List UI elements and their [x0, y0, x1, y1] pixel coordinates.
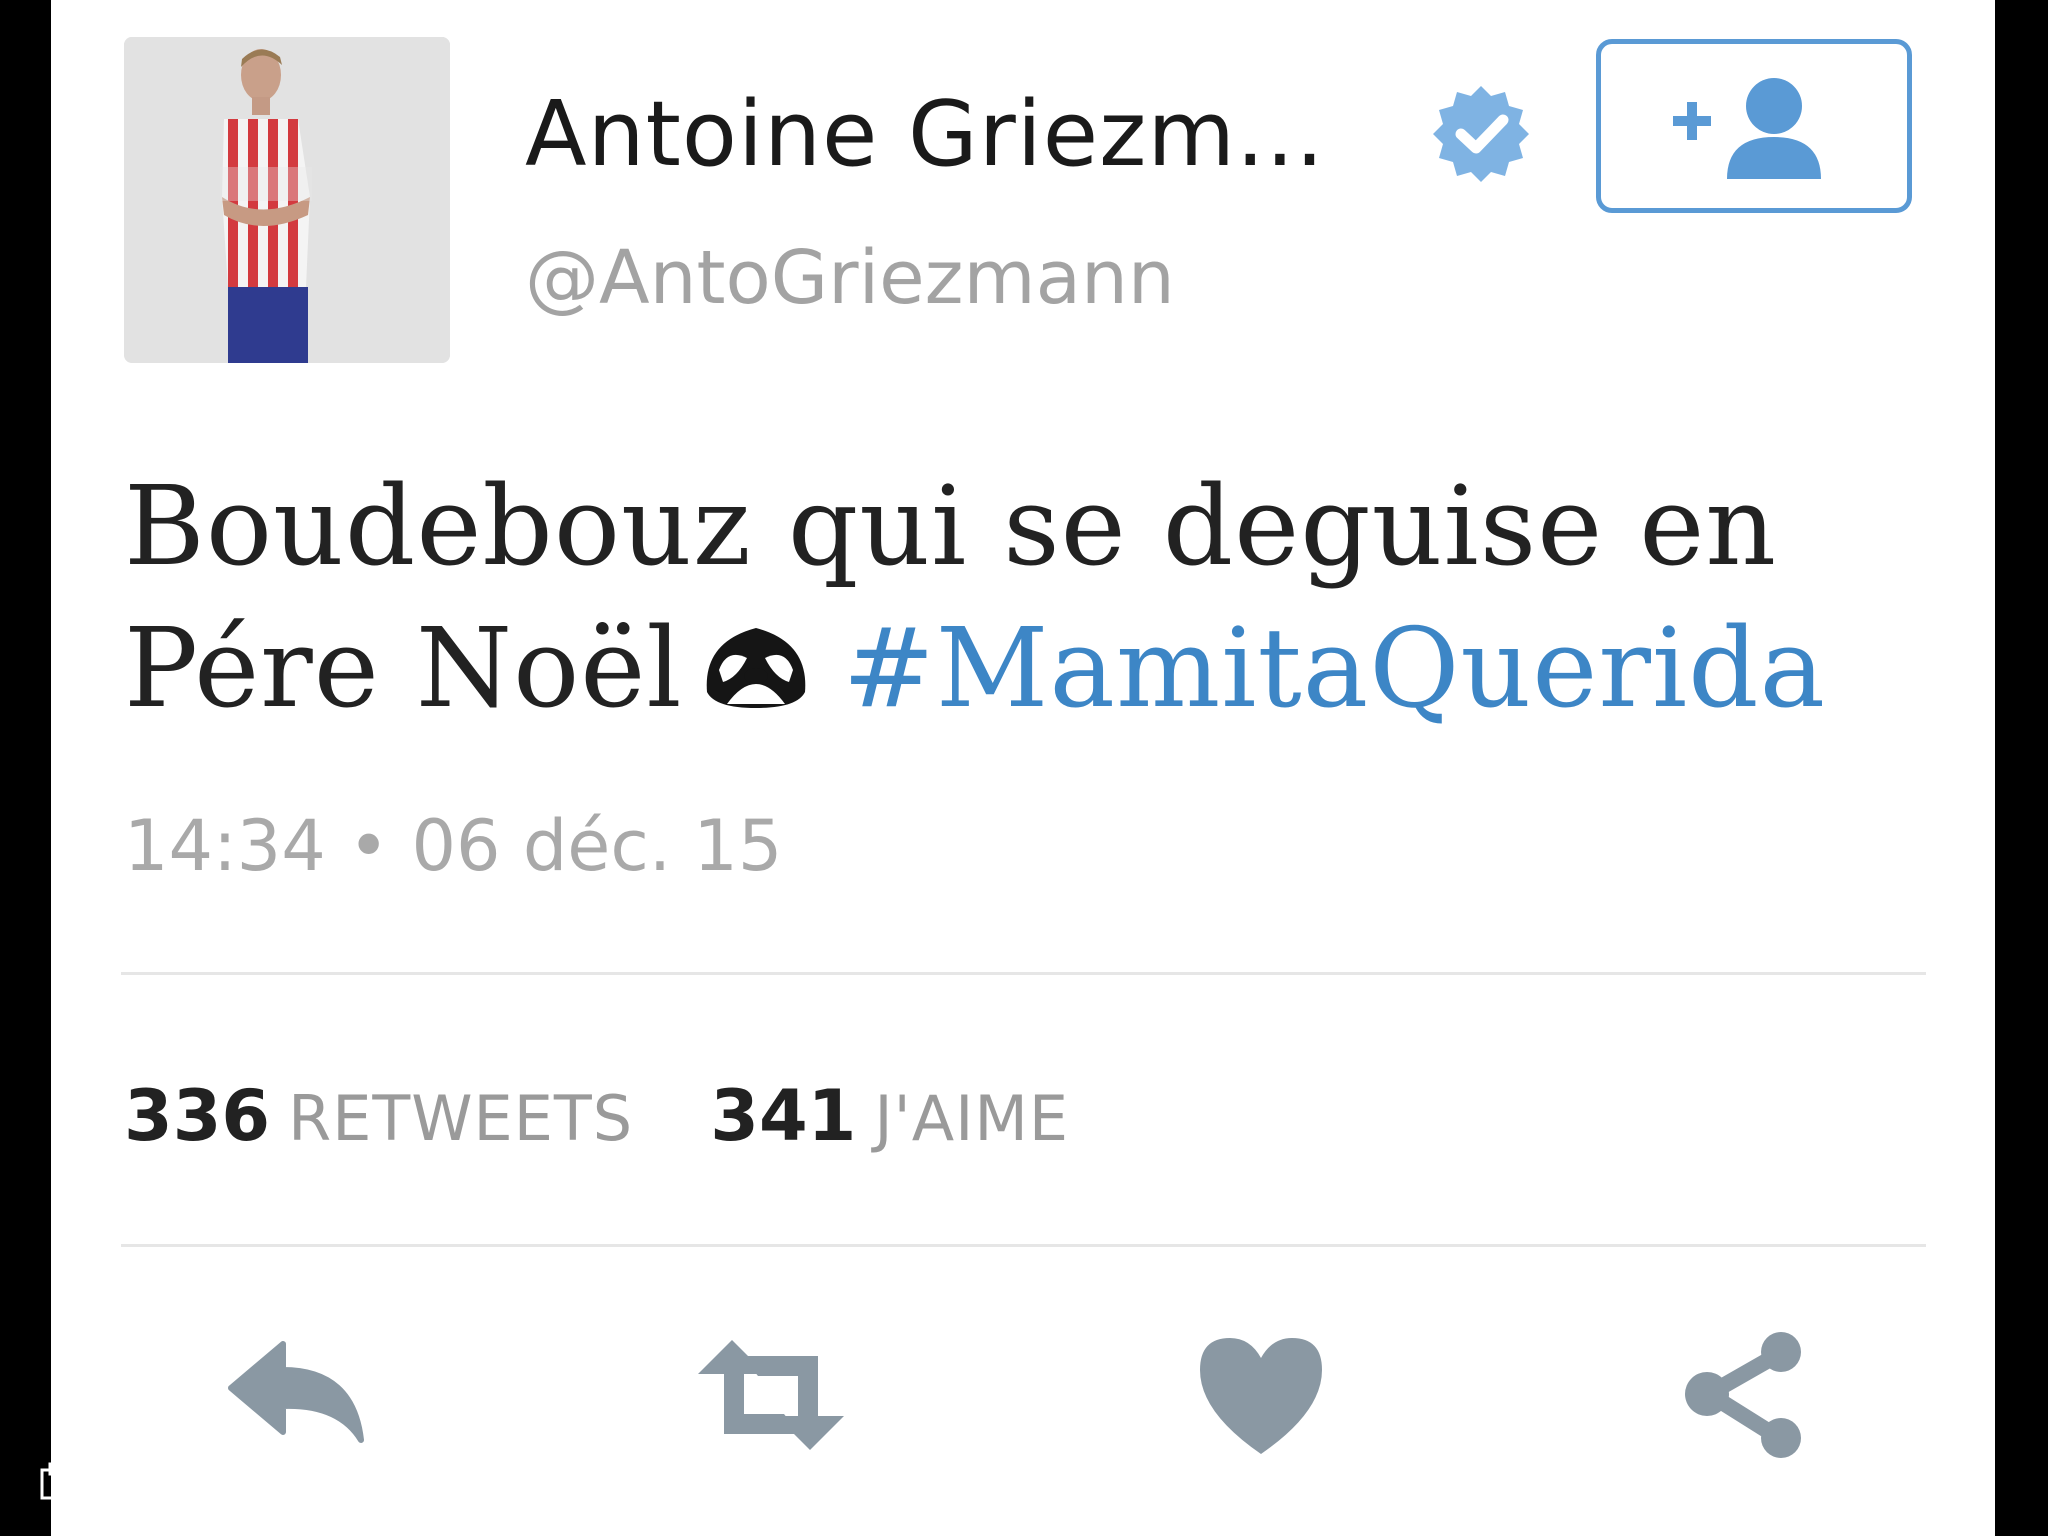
like-button[interactable]: [1186, 1330, 1336, 1460]
tweet-text-line2: Pére Noël: [124, 604, 683, 732]
retweets-label: RETWEETS: [288, 1082, 634, 1155]
retweets-count: 336: [124, 1075, 271, 1157]
divider: [121, 972, 1926, 975]
verified-badge-icon: [1433, 86, 1529, 182]
tweet-stats: 336 RETWEETS 341 J'AIME: [124, 1075, 1141, 1157]
likes-count: 341: [710, 1075, 857, 1157]
retweet-icon: [698, 1340, 844, 1450]
likes-label: J'AIME: [874, 1082, 1070, 1155]
share-icon: [1685, 1332, 1801, 1458]
display-name[interactable]: Antoine Griezm...: [525, 82, 1325, 187]
likes-stat[interactable]: 341 J'AIME: [710, 1075, 1069, 1157]
tweet-card: Antoine Griezm... @AntoGriezmann Boudebo…: [51, 0, 1995, 1536]
share-button[interactable]: [1671, 1330, 1821, 1460]
sloth-emoji-icon: [706, 628, 805, 708]
hashtag-link[interactable]: #MamitaQuerida: [843, 604, 1827, 732]
divider: [121, 1244, 1926, 1247]
retweets-stat[interactable]: 336 RETWEETS: [124, 1075, 633, 1157]
clipboard-icon: [40, 1462, 74, 1500]
tweet-text: Boudebouz qui se deguise en Pére Noël #M…: [124, 455, 1954, 739]
retweet-button[interactable]: [696, 1330, 846, 1460]
heart-icon: [1200, 1338, 1322, 1454]
tweet-timestamp[interactable]: 14:34 • 06 déc. 15: [124, 805, 782, 887]
reply-icon: [228, 1341, 364, 1443]
follow-user-plus-icon: [1673, 78, 1821, 179]
user-handle[interactable]: @AntoGriezmann: [525, 235, 1175, 321]
follow-button[interactable]: [1596, 39, 1912, 213]
avatar[interactable]: [124, 37, 450, 363]
reply-button[interactable]: [221, 1330, 371, 1460]
avatar-photo: [124, 37, 450, 363]
tweet-text-line1: Boudebouz qui se deguise en: [124, 462, 1778, 590]
